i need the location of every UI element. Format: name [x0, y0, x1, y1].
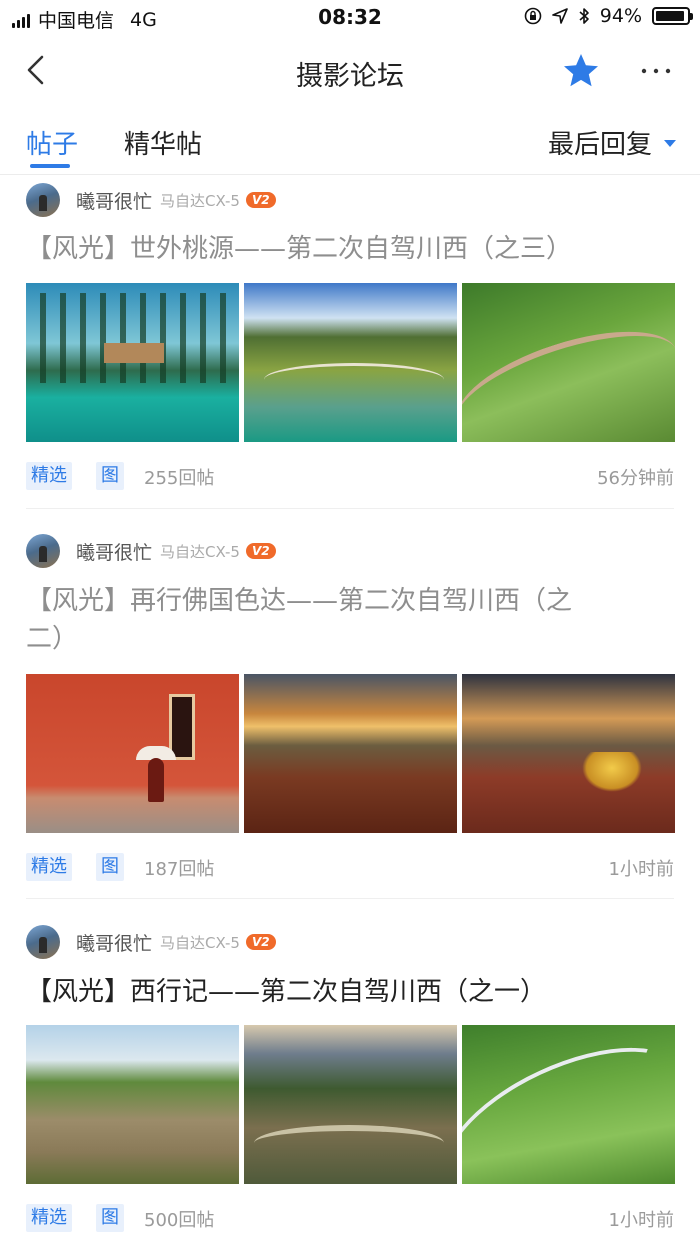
status-bar: 中国电信 4G 08:32 94% [0, 0, 700, 36]
star-icon[interactable] [562, 52, 600, 90]
post-header: 曦哥很忙 马自达CX-5 V2 [26, 533, 276, 569]
status-right: 94% [524, 5, 693, 27]
photo-row [26, 1025, 675, 1184]
image-tag: 图 [96, 462, 124, 490]
more-icon[interactable] [632, 52, 680, 90]
sort-label: 最后回复 [547, 130, 652, 160]
post-item[interactable]: 曦哥很忙 马自达CX-5 V2 【风光】世外桃源——第二次自驾川西（之三） 精选… [0, 182, 700, 508]
bluetooth-icon [579, 8, 589, 24]
post-meta: 精选 图 255回帖 56分钟前 [26, 462, 674, 492]
battery-fill [656, 11, 685, 21]
post-photo[interactable] [244, 674, 457, 833]
post-photo[interactable] [26, 1025, 239, 1184]
post-title[interactable]: 【风光】西行记——第二次自驾川西（之一） [26, 973, 676, 1011]
battery-percent: 94% [599, 5, 642, 27]
post-header: 曦哥很忙 马自达CX-5 V2 [26, 182, 276, 218]
photo-row [26, 674, 675, 833]
level-badge: V2 [245, 192, 276, 208]
post-photo[interactable] [26, 283, 239, 442]
post-photo[interactable] [462, 1025, 675, 1184]
post-item[interactable]: 曦哥很忙 马自达CX-5 V2 【风光】再行佛国色达——第二次自驾川西（之二） … [0, 533, 700, 897]
back-icon[interactable] [18, 50, 58, 90]
reply-count: 500回帖 [144, 1210, 215, 1231]
orientation-lock-icon [524, 7, 542, 25]
post-time: 1小时前 [608, 859, 674, 880]
post-photo[interactable] [244, 283, 457, 442]
sort-dropdown[interactable]: 最后回复 [548, 124, 676, 161]
photo-row [26, 283, 675, 442]
reply-count: 255回帖 [144, 468, 215, 489]
car-model: 马自达CX-5 [160, 933, 240, 952]
post-title[interactable]: 【风光】再行佛国色达——第二次自驾川西（之二） [26, 582, 586, 658]
post-time: 56分钟前 [597, 468, 674, 489]
post-meta: 精选 图 500回帖 1小时前 [26, 1204, 674, 1234]
post-title[interactable]: 【风光】世外桃源——第二次自驾川西（之三） [26, 230, 676, 268]
tab-featured[interactable]: 精华帖 [124, 124, 202, 161]
author-name[interactable]: 曦哥很忙 [76, 187, 152, 214]
featured-tag: 精选 [26, 853, 72, 881]
nav-bar: 摄影论坛 [0, 36, 700, 108]
reply-count: 187回帖 [144, 859, 215, 880]
post-photo[interactable] [462, 674, 675, 833]
post-photo[interactable] [462, 283, 675, 442]
active-tab-indicator [30, 164, 70, 168]
car-model: 马自达CX-5 [160, 542, 240, 561]
post-header: 曦哥很忙 马自达CX-5 V2 [26, 924, 276, 960]
author-name[interactable]: 曦哥很忙 [76, 929, 152, 956]
caret-down-icon [664, 140, 676, 147]
avatar[interactable] [26, 925, 60, 959]
level-badge: V2 [245, 543, 276, 559]
featured-tag: 精选 [26, 462, 72, 490]
car-model: 马自达CX-5 [160, 191, 240, 210]
featured-tag: 精选 [26, 1204, 72, 1232]
post-time: 1小时前 [608, 1210, 674, 1231]
level-badge: V2 [245, 934, 276, 950]
battery-icon [652, 7, 693, 25]
divider [26, 508, 674, 509]
post-meta: 精选 图 187回帖 1小时前 [26, 853, 674, 883]
tab-bar: 帖子 精华帖 最后回复 [0, 108, 700, 175]
avatar[interactable] [26, 183, 60, 217]
post-photo[interactable] [26, 674, 239, 833]
image-tag: 图 [96, 1204, 124, 1232]
location-icon [551, 8, 568, 24]
tab-posts[interactable]: 帖子 [26, 124, 78, 161]
post-photo[interactable] [244, 1025, 457, 1184]
avatar[interactable] [26, 534, 60, 568]
divider [26, 898, 674, 899]
post-item[interactable]: 曦哥很忙 马自达CX-5 V2 【风光】西行记——第二次自驾川西（之一） 精选 … [0, 924, 700, 1244]
image-tag: 图 [96, 853, 124, 881]
author-name[interactable]: 曦哥很忙 [76, 538, 152, 565]
